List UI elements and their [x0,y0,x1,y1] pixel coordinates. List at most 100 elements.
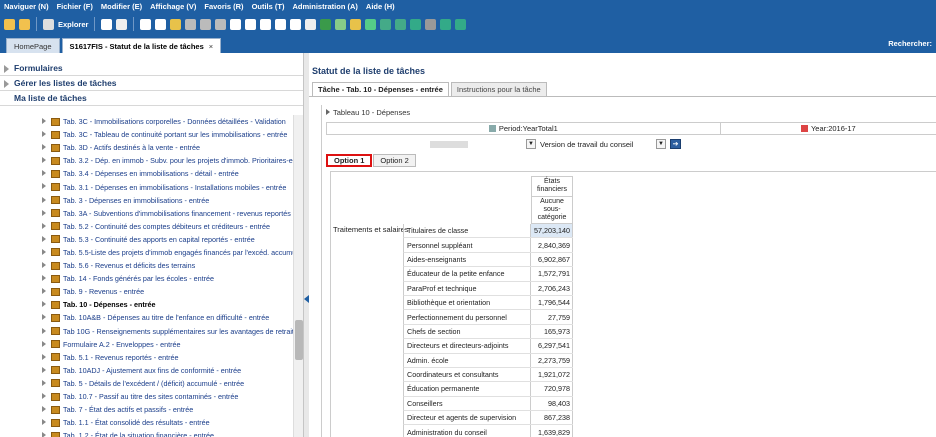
globe-icon[interactable] [365,18,377,30]
menu-item[interactable]: Modifier (E) [101,2,142,11]
forward-icon[interactable] [455,18,467,30]
task-item[interactable]: Tab. 5.5-Liste des projets d'immob engag… [0,246,293,259]
paste-icon[interactable] [215,18,227,30]
next-icon[interactable] [440,18,452,30]
menu-item[interactable]: Fichier (F) [57,2,93,11]
value-cell[interactable]: 1,639,829 [531,425,573,437]
value-cell[interactable]: 98,403 [531,396,573,411]
table-icon[interactable] [260,18,272,30]
menu-item[interactable]: Administration (A) [292,2,357,11]
value-cell[interactable]: 27,759 [531,310,573,324]
chevron-down-icon[interactable]: ▼ [526,139,536,149]
zoom-icon[interactable] [305,18,317,30]
task-item[interactable]: Tab. 10ADJ - Ajustement aux fins de conf… [0,364,293,377]
accordion-my-tasklist[interactable]: Ma liste de tâches [0,91,303,106]
form-title[interactable]: Tableau 10 - Dépenses [326,108,410,117]
tab-option-2[interactable]: Option 2 [373,154,416,167]
version-dropdown[interactable]: ▼ [656,139,666,149]
copy-icon[interactable] [200,18,212,30]
value-cell[interactable]: 720,978 [531,382,573,396]
value-cell[interactable]: 1,572,791 [531,267,573,281]
cut-icon[interactable] [185,18,197,30]
task-item[interactable]: Tab. 1.1 - État consolidé des résultats … [0,416,293,429]
task-item[interactable]: Tab. 3C - Tableau de continuité portant … [0,128,293,141]
value-cell[interactable]: 6,902,867 [531,252,573,267]
value-cell[interactable]: 6,297,541 [531,339,573,353]
menu-item[interactable]: Favoris (R) [204,2,243,11]
toolbar-divider [36,17,37,31]
menu-item[interactable]: Naviguer (N) [4,2,49,11]
undo-icon[interactable] [230,18,242,30]
download-icon[interactable] [380,18,392,30]
expand-icon [42,406,46,413]
back-icon[interactable] [425,18,437,30]
home-icon[interactable] [4,18,15,30]
explorer-button[interactable]: Explorer [58,20,88,29]
task-item[interactable]: Tab. 3A - Subventions d'immobilisations … [0,207,293,220]
value-cell[interactable]: 2,706,243 [531,281,573,295]
go-button[interactable]: ➔ [670,139,681,149]
task-item[interactable]: Tab. 10A&B - Dépenses au titre de l'enfa… [0,311,293,324]
menu-item[interactable]: Affichage (V) [150,2,196,11]
print-icon[interactable] [275,18,287,30]
validate-icon[interactable] [410,18,422,30]
pov-period[interactable]: Period:YearTotal1 [327,123,721,134]
value-cell[interactable]: 2,840,369 [531,238,573,252]
task-item[interactable]: Tab 10G - Renseignements supplémentaires… [0,325,293,338]
pov-year[interactable]: Year:2016-17 [721,123,936,134]
task-item[interactable]: Tab. 3.1 - Dépenses en immobilisations -… [0,180,293,193]
task-item[interactable]: Tab. 14 - Fonds générés par les écoles -… [0,272,293,285]
lock-icon[interactable] [350,18,362,30]
pov-version-label: Version de travail du conseil [540,139,634,149]
task-label: Tab. 7 - État des actifs et passifs - en… [63,405,194,415]
value-cell[interactable]: 1,921,072 [531,367,573,382]
calc-icon[interactable] [245,18,257,30]
scrollbar-thumb[interactable] [295,320,303,360]
task-item[interactable]: Tab. 5.6 - Revenus et déficits des terra… [0,259,293,272]
task-item[interactable]: Tab. 7 - État des actifs et passifs - en… [0,403,293,416]
edit-icon[interactable] [170,18,182,30]
value-cell[interactable]: 165,973 [531,324,573,339]
task-item[interactable]: Tab. 3 - Dépenses en immobilisations - e… [0,194,293,207]
tab-task-status[interactable]: S1617FIS - Statut de la liste de tâches × [61,38,222,53]
upload-icon[interactable] [395,18,407,30]
task-item[interactable]: Formulaire A.2 - Enveloppes - entrée [0,338,293,351]
adhoc-icon[interactable] [116,18,128,30]
refresh-icon[interactable] [155,18,167,30]
export-icon[interactable] [290,18,302,30]
value-cell[interactable]: 2,273,759 [531,353,573,367]
expand-icon [42,183,46,190]
save-icon[interactable] [140,18,152,30]
tab-option-1[interactable]: Option 1 [326,154,373,167]
explorer-icon[interactable] [43,18,54,30]
task-item[interactable]: Tab. 10 - Dépenses - entrée [0,298,293,311]
menu-item[interactable]: Aide (H) [366,2,395,11]
tab-homepage[interactable]: HomePage [6,38,60,53]
accordion-manage-tasklists[interactable]: Gérer les listes de tâches [0,76,303,91]
submit-icon[interactable] [335,18,347,30]
tab-task[interactable]: Tâche - Tab. 10 - Dépenses - entrée [312,82,449,96]
task-item[interactable]: Tab. 5.3 - Continuité des apports en cap… [0,233,293,246]
value-cell[interactable]: 1,796,544 [531,295,573,310]
task-item[interactable]: Tab. 10.7 - Passif au titre des sites co… [0,390,293,403]
value-cell[interactable]: 867,238 [531,411,573,425]
task-list-scrollbar[interactable] [293,115,303,437]
task-item[interactable]: Tab. 3D - Actifs destinés à la vente - e… [0,141,293,154]
row-label: Éducation permanente [404,382,532,396]
folder-icon[interactable] [19,18,30,30]
task-item[interactable]: Tab. 5.1 - Revenus reportés - entrée [0,351,293,364]
accordion-formulaires[interactable]: Formulaires [0,61,303,76]
task-item[interactable]: Tab. 3C - Immobilisations corporelles - … [0,115,293,128]
task-item[interactable]: Tab. 9 - Revenus - entrée [0,285,293,298]
grid-icon[interactable] [101,18,113,30]
approve-icon[interactable] [320,18,332,30]
task-item[interactable]: Tab. 3.4 - Dépenses en immobilisations -… [0,167,293,180]
menu-item[interactable]: Outils (T) [252,2,285,11]
value-cell[interactable]: 57,203,140 [531,224,573,238]
tab-instructions[interactable]: Instructions pour la tâche [450,82,547,96]
task-item[interactable]: Tab. 3.2 - Dép. en immob - Subv. pour le… [0,154,293,167]
task-item[interactable]: Tab. 5 - Détails de l'excédent / (défici… [0,377,293,390]
close-icon[interactable]: × [209,42,213,51]
task-item[interactable]: Tab. 5.2 - Continuité des comptes débite… [0,220,293,233]
task-item[interactable]: Tab. 1.2 - État de la situation financiè… [0,429,293,437]
